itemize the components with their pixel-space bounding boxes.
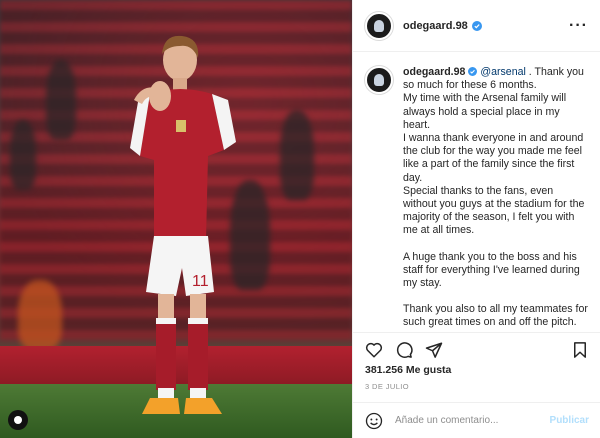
action-bar [353, 332, 600, 366]
comment-icon[interactable] [395, 341, 413, 359]
caption-text: odegaard.98 @arsenal . Thank you so much… [403, 66, 589, 330]
crowd-figure [10, 120, 36, 190]
player-figure: 11 [130, 35, 236, 414]
caption-section: odegaard.98 @arsenal . Thank you so much… [353, 52, 600, 330]
caption-paragraph-6: Thank you also to all my teammates for s… [403, 303, 588, 329]
crowd-figure [46, 60, 76, 140]
mention-link[interactable]: @arsenal [480, 66, 526, 78]
caption-author-avatar[interactable] [365, 66, 393, 94]
post-date[interactable]: 3 DE JULIO [365, 382, 409, 391]
caption-username[interactable]: odegaard.98 [403, 66, 465, 78]
paper-plane-icon[interactable] [425, 341, 443, 359]
crowd-figure [280, 110, 314, 200]
bookmark-icon[interactable] [571, 341, 589, 359]
caption-paragraph-3: I wanna thank everyone in and around the… [403, 132, 584, 184]
caption-paragraph-4: Special thanks to the fans, even without… [403, 184, 585, 237]
verified-badge-icon [468, 67, 478, 76]
caption-paragraph-2: My time with the Arsenal family will alw… [403, 92, 567, 131]
post-photo[interactable]: 11 [0, 0, 352, 438]
crowd-figure [18, 280, 62, 350]
author-username[interactable]: odegaard.98 [403, 20, 468, 32]
more-options-icon[interactable]: ··· [569, 17, 588, 35]
caption-paragraph-5: A huge thank you to the boss and his sta… [403, 250, 580, 290]
smiley-icon[interactable] [365, 412, 383, 430]
likes-count[interactable]: 381.256 Me gusta [365, 364, 451, 376]
heart-icon[interactable] [365, 341, 383, 359]
comment-bar: Añade un comentario... Publicar [353, 402, 600, 438]
author-avatar[interactable] [365, 11, 393, 40]
post-header: odegaard.98 ··· [353, 0, 600, 52]
svg-text:11: 11 [192, 273, 209, 290]
comment-input[interactable]: Añade un comentario... [395, 415, 550, 426]
post-details-panel: odegaard.98 ··· odegaard.98 @arsenal . T… [352, 0, 600, 438]
tagged-user-icon[interactable] [8, 410, 28, 430]
verified-badge-icon [471, 20, 482, 31]
publish-button[interactable]: Publicar [550, 415, 589, 426]
